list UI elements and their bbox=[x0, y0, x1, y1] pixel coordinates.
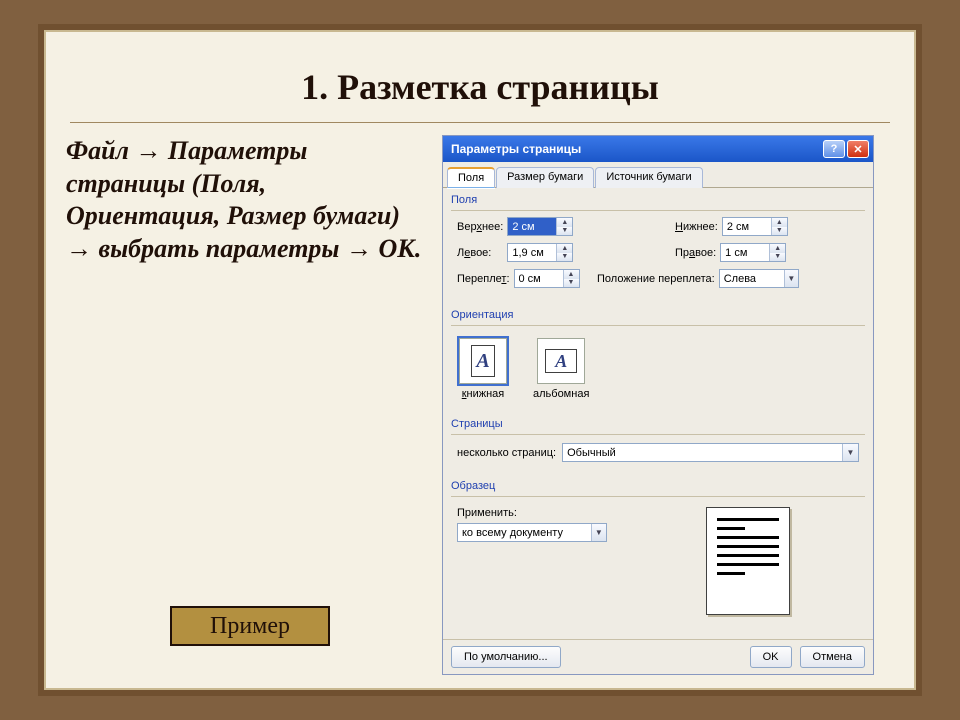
select-apply-to[interactable]: ▼ bbox=[457, 523, 607, 542]
label-top: Верхнее: bbox=[457, 221, 503, 233]
group-margins: Поля Верхнее: ▲▼ bbox=[451, 194, 865, 301]
group-pages-label: Страницы bbox=[451, 418, 865, 430]
select-gutter-position[interactable]: ▼ bbox=[719, 269, 799, 288]
slide-title: 1. Разметка страницы bbox=[62, 48, 898, 122]
group-sample-label: Образец bbox=[451, 480, 865, 492]
chevron-down-icon[interactable]: ▼ bbox=[784, 270, 798, 287]
select-multiple-pages[interactable]: ▼ bbox=[562, 443, 859, 462]
dialog-button-bar: По умолчанию... OK Отмена bbox=[443, 639, 873, 674]
orientation-portrait[interactable]: A книжная bbox=[459, 338, 507, 400]
label-bottom: Нижнее: bbox=[675, 221, 718, 233]
input-right-margin[interactable]: ▲▼ bbox=[720, 243, 786, 262]
label-apply-to: Применить: bbox=[457, 507, 627, 519]
landscape-page-icon: A bbox=[545, 349, 577, 373]
chevron-down-icon[interactable]: ▼ bbox=[591, 524, 606, 541]
group-margins-label: Поля bbox=[451, 194, 865, 206]
portrait-page-icon: A bbox=[471, 345, 495, 377]
label-right: Правое: bbox=[675, 247, 716, 259]
spin-up-icon[interactable]: ▲ bbox=[564, 270, 579, 279]
page-preview bbox=[637, 507, 859, 615]
cancel-button[interactable]: Отмена bbox=[800, 646, 865, 668]
label-gutter: Переплет: bbox=[457, 273, 510, 285]
input-bottom-margin[interactable]: ▲▼ bbox=[722, 217, 788, 236]
label-gutter-position: Положение переплета: bbox=[597, 273, 715, 285]
label-multiple-pages: несколько страниц: bbox=[457, 447, 556, 459]
group-pages: Страницы несколько страниц: ▼ bbox=[451, 418, 865, 472]
example-button[interactable]: Пример bbox=[170, 606, 330, 646]
group-orientation: Ориентация A книжная A альбомная bbox=[451, 309, 865, 410]
help-icon[interactable]: ? bbox=[823, 140, 845, 158]
ok-button[interactable]: OK bbox=[750, 646, 792, 668]
instructions-text: Файл → Параметры страницы (Поля, Ориента… bbox=[62, 135, 422, 675]
dialog-titlebar[interactable]: Параметры страницы ? ✕ bbox=[443, 136, 873, 162]
spin-up-icon[interactable]: ▲ bbox=[557, 218, 572, 227]
tab-fields[interactable]: Поля bbox=[447, 167, 495, 188]
label-left: Левое: bbox=[457, 247, 491, 259]
spin-up-icon[interactable]: ▲ bbox=[770, 244, 785, 253]
input-left-margin[interactable]: ▲▼ bbox=[507, 243, 573, 262]
spin-down-icon[interactable]: ▼ bbox=[772, 227, 787, 236]
tab-paper-source[interactable]: Источник бумаги bbox=[595, 167, 702, 188]
spin-down-icon[interactable]: ▼ bbox=[557, 253, 572, 262]
orientation-landscape[interactable]: A альбомная bbox=[533, 338, 589, 400]
input-gutter[interactable]: ▲▼ bbox=[514, 269, 580, 288]
chevron-down-icon[interactable]: ▼ bbox=[842, 444, 858, 461]
tab-paper-size[interactable]: Размер бумаги bbox=[496, 167, 594, 188]
divider bbox=[70, 122, 890, 123]
input-top-margin[interactable]: ▲▼ bbox=[507, 217, 573, 236]
spin-down-icon[interactable]: ▼ bbox=[557, 227, 572, 236]
close-icon[interactable]: ✕ bbox=[847, 140, 869, 158]
preview-page-icon bbox=[706, 507, 790, 615]
group-orientation-label: Ориентация bbox=[451, 309, 865, 321]
spin-down-icon[interactable]: ▼ bbox=[564, 279, 579, 288]
spin-up-icon[interactable]: ▲ bbox=[772, 218, 787, 227]
tab-bar: Поля Размер бумаги Источник бумаги bbox=[443, 162, 873, 188]
group-sample: Образец Применить: ▼ bbox=[451, 480, 865, 623]
default-button[interactable]: По умолчанию... bbox=[451, 646, 561, 668]
dialog-title: Параметры страницы bbox=[451, 142, 581, 156]
page-setup-dialog: Параметры страницы ? ✕ Поля Размер бумаг… bbox=[442, 135, 874, 675]
spin-down-icon[interactable]: ▼ bbox=[770, 253, 785, 262]
slide-frame: 1. Разметка страницы Файл → Параметры ст… bbox=[38, 24, 922, 696]
spin-up-icon[interactable]: ▲ bbox=[557, 244, 572, 253]
